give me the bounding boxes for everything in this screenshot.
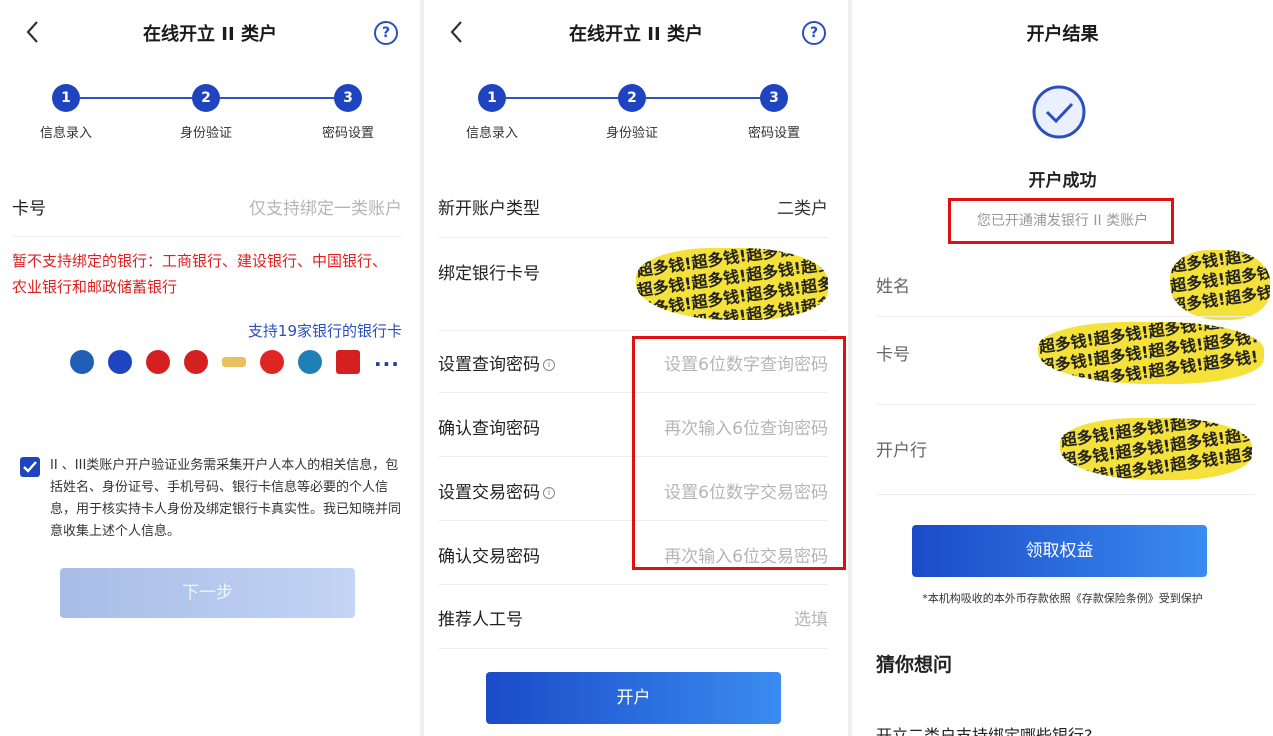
divider [876,316,1255,317]
step-1-circle: 1 [52,84,80,112]
page-title: 在线开立 II 类户 [143,24,277,45]
set-trade-password-label: 设置交易密码 i [438,478,555,503]
bank-logo-icon [260,350,284,374]
step-indicator: 1 2 3 信息录入 身份验证 密码设置 [0,84,420,144]
card-label: 卡号 [876,345,910,365]
faq-question-link[interactable]: 开立二类户支持绑定哪些银行? [876,722,1093,736]
open-account-button[interactable]: 开户 [486,672,781,724]
divider [438,584,828,585]
info-icon[interactable]: i [543,359,555,371]
info-icon[interactable]: i [543,487,555,499]
step-connector [220,97,334,99]
step-1-label: 信息录入 [465,126,518,141]
screen-result: 开户结果 开户成功 您已开通浦发银行 II 类账户 姓名 超多钱!超多钱!超多钱… [852,0,1273,736]
faq-heading: 猜你想问 [876,654,953,676]
top-bar: 开户结果 [852,14,1273,50]
page-title: 在线开立 II 类户 [569,24,703,45]
account-type-value: 二类户 [777,199,828,219]
supported-banks-link[interactable]: 支持19家银行的银行卡 [248,320,402,341]
divider [438,237,828,238]
claim-benefits-button[interactable]: 领取权益 [912,525,1207,577]
more-icon[interactable]: ··· [374,352,400,376]
card-number-label: 卡号 [12,199,46,219]
card-number-input[interactable]: 仅支持绑定一类账户 [249,194,402,219]
step-connector [80,97,192,99]
confirm-query-password-label: 确认查询密码 [438,419,540,439]
deposit-insurance-note: *本机构吸收的本外币存款依照《存款保险条例》受到保护 [922,592,1203,605]
highlight-box [632,336,846,570]
success-check-icon [1032,85,1086,139]
screen-info-entry: 在线开立 II 类户 ? 1 2 3 信息录入 身份验证 密码设置 卡号 仅支持… [0,0,420,736]
consent-text: II 、III类账户开户验证业务需采集开户人本人的相关信息，包括姓名、身份证号、… [50,458,402,539]
divider [438,330,828,331]
page-title: 开户结果 [1026,24,1099,45]
redaction-scribble: 超多钱!超多钱!超多钱!超多钱! 超多钱!超多钱!超多钱!超多钱! 超多钱!超多… [636,248,828,320]
step-3-circle: 3 [760,84,788,112]
step-connector [506,97,618,99]
step-2-label: 身份验证 [179,126,232,141]
redaction-scribble: 超多钱!超多钱!超多钱!超多钱! 超多钱!超多钱!超多钱!超多钱! 超多钱!超多… [1038,322,1264,384]
highlight-box [948,198,1174,244]
unsupported-banks-notice: 暂不支持绑定的银行：工商银行、建设银行、中国银行、农业银行和邮政储蓄银行 [12,252,388,296]
checkmark-icon [23,461,37,473]
next-button[interactable]: 下一步 [60,568,355,618]
consent-checkbox[interactable] [20,457,40,477]
divider [438,648,828,649]
bank-logo-icon [108,350,132,374]
redaction-scribble: 超多钱!超多钱!超多钱!超多钱! 超多钱!超多钱!超多钱!超多钱! 超多钱!超多… [1170,250,1270,320]
help-icon[interactable]: ? [802,21,826,45]
step-3-label: 密码设置 [747,126,800,141]
bank-logo-icon [184,350,208,374]
account-type-label: 新开账户类型 [438,199,540,219]
bank-logo-icon [146,350,170,374]
success-title: 开户成功 [1028,171,1097,191]
referrer-id-label: 推荐人工号 [438,610,523,630]
step-3-circle: 3 [334,84,362,112]
referrer-id-input[interactable]: 选填 [794,605,828,630]
name-label: 姓名 [876,277,910,297]
divider [12,236,402,237]
divider [876,494,1255,495]
step-1-circle: 1 [478,84,506,112]
help-icon[interactable]: ? [374,21,398,45]
step-2-circle: 2 [618,84,646,112]
bound-card-label: 绑定银行卡号 [438,264,540,284]
row-label-text: 设置查询密码 [438,355,540,375]
step-2-circle: 2 [192,84,220,112]
opening-bank-label: 开户行 [876,441,927,461]
bank-logo-icon [298,350,322,374]
bank-logo-icon [70,350,94,374]
divider [876,404,1255,405]
bank-logo-icon [336,350,360,374]
step-connector [646,97,760,99]
row-label-text: 设置交易密码 [438,483,540,503]
step-indicator: 1 2 3 信息录入 身份验证 密码设置 [424,84,848,144]
step-2-label: 身份验证 [605,126,658,141]
step-3-label: 密码设置 [321,126,374,141]
screen-password-setup: 在线开立 II 类户 ? 1 2 3 信息录入 身份验证 密码设置 新开账户类型… [424,0,848,736]
screens-container: 在线开立 II 类户 ? 1 2 3 信息录入 身份验证 密码设置 卡号 仅支持… [0,0,1273,736]
redaction-scribble: 超多钱!超多钱!超多钱!超多钱! 超多钱!超多钱!超多钱!超多钱! 超多钱!超多… [1060,418,1252,480]
set-query-password-label: 设置查询密码 i [438,350,555,375]
confirm-trade-password-label: 确认交易密码 [438,547,540,567]
top-bar: 在线开立 II 类户 ? [0,14,420,50]
top-bar: 在线开立 II 类户 ? [424,14,848,50]
step-1-label: 信息录入 [39,126,92,141]
bank-logo-icon [222,357,246,367]
